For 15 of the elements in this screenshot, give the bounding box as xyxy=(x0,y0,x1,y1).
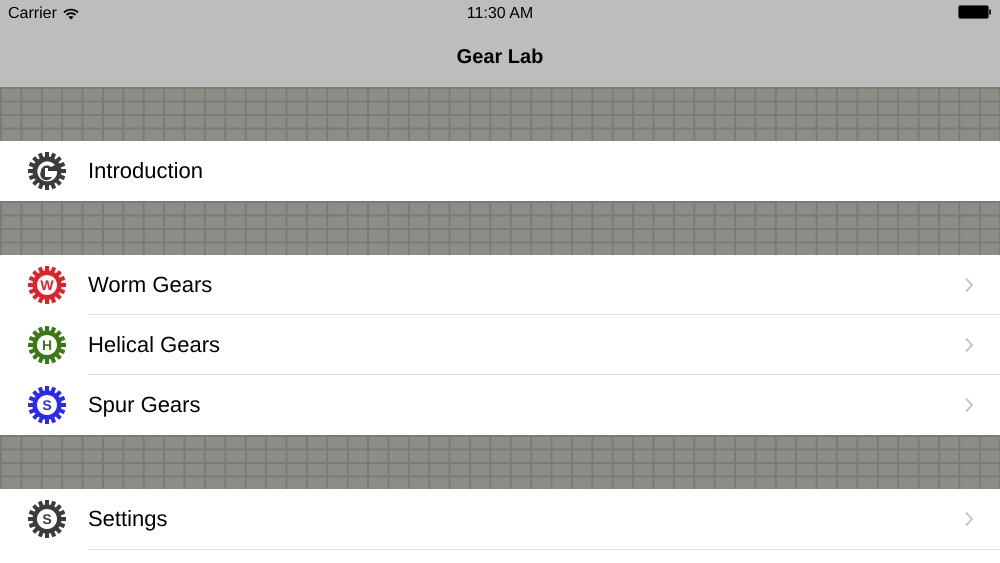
status-time: 11:30 AM xyxy=(466,5,534,23)
row-label: Worm Gears xyxy=(88,272,212,298)
menu-row[interactable]: H Helical Gears xyxy=(0,315,1000,375)
menu-row[interactable]: S Settings xyxy=(0,489,1000,549)
menu-row[interactable]: Introduction xyxy=(0,141,1000,201)
row-label: Introduction xyxy=(88,158,203,184)
menu-row[interactable]: W Worm Gears xyxy=(0,255,1000,315)
nav-title: Gear Lab xyxy=(456,46,544,69)
menu-row[interactable]: S Spur Gears xyxy=(0,375,1000,435)
wifi-icon xyxy=(62,8,79,20)
row-label: Helical Gears xyxy=(88,332,220,358)
row-label: Settings xyxy=(88,506,168,532)
battery-icon xyxy=(958,4,992,18)
carrier-label: Carrier xyxy=(8,5,57,23)
row-label: Spur Gears xyxy=(88,392,200,418)
